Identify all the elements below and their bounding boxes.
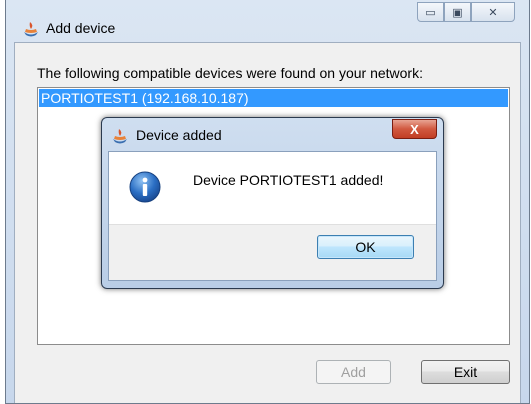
window-title: Add device — [46, 20, 116, 36]
maximize-icon: ▣ — [452, 6, 463, 19]
add-button[interactable]: Add — [316, 360, 391, 384]
ok-button[interactable]: OK — [317, 235, 414, 259]
title-bar[interactable]: Add device ▭ ▣ ✕ — [6, 0, 529, 42]
dialog-client-area: Device PORTIOTEST1 added! OK — [108, 151, 437, 281]
dialog-message: Device PORTIOTEST1 added! — [193, 172, 384, 188]
close-button[interactable]: ✕ — [471, 2, 515, 22]
dialog-title: Device added — [136, 127, 222, 143]
exit-button[interactable]: Exit — [421, 360, 510, 384]
minimize-icon: ▭ — [425, 6, 436, 19]
app-icon — [113, 129, 127, 144]
device-added-dialog: Device added X Device PORTIOTEST1 added!… — [101, 117, 444, 289]
maximize-button[interactable]: ▣ — [444, 2, 471, 22]
caption-buttons: ▭ ▣ ✕ — [417, 2, 515, 22]
device-list-item[interactable]: PORTIOTEST1 (192.168.10.187) — [39, 89, 508, 107]
dialog-message-panel: Device PORTIOTEST1 added! — [109, 152, 436, 225]
info-icon — [129, 171, 161, 203]
close-icon: X — [410, 121, 419, 137]
app-icon — [24, 22, 38, 37]
close-icon: ✕ — [488, 6, 498, 19]
minimize-button[interactable]: ▭ — [417, 2, 444, 22]
found-devices-label: The following compatible devices were fo… — [37, 65, 423, 81]
dialog-close-button[interactable]: X — [392, 119, 437, 139]
